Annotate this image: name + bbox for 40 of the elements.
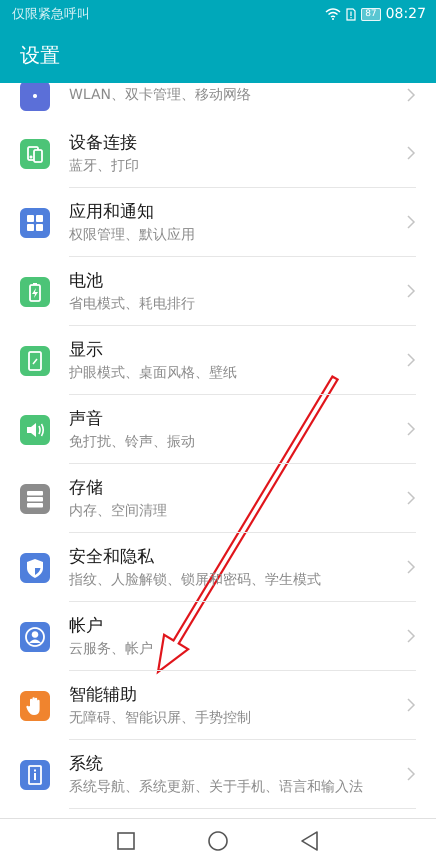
chevron-icon	[406, 421, 416, 437]
item-title[interactable]: 帐户	[69, 614, 398, 637]
chevron-icon	[406, 283, 416, 299]
item-subtitle: 系统导航、系统更新、关于手机、语言和输入法	[69, 778, 364, 796]
item-title[interactable]: 声音	[69, 407, 398, 430]
item-title[interactable]: 安全和隐私	[69, 545, 398, 568]
item-title[interactable]: 显示	[69, 338, 398, 361]
home-icon[interactable]	[207, 830, 229, 852]
item-title[interactable]: 应用和通知	[69, 200, 398, 223]
item-subtitle: 省电模式、耗电排行	[69, 295, 196, 313]
item-subtitle: 内存、空间清理	[69, 502, 168, 520]
item-subtitle: 无障碍、智能识屏、手势控制	[69, 709, 252, 727]
item-title[interactable]: 智能辅助	[69, 683, 398, 706]
chevron-icon	[406, 766, 416, 782]
item-title[interactable]: 存储	[69, 476, 398, 499]
clock-text: 08:27	[386, 6, 426, 22]
item-subtitle: 蓝牙、打印	[69, 157, 140, 175]
chevron-icon	[406, 490, 416, 506]
item-title[interactable]: 系统	[69, 752, 398, 775]
carrier-text: 仅限紧急呼叫	[12, 6, 90, 23]
item-title[interactable]: 设备连接	[69, 131, 398, 154]
item-subtitle: 云服务、帐户	[69, 640, 154, 658]
back-icon[interactable]	[299, 830, 321, 852]
page-title: 设置	[20, 42, 60, 69]
chevron-icon	[406, 145, 416, 161]
sim-alert-icon	[346, 8, 356, 20]
item-subtitle: WLAN、双卡管理、移动网络	[69, 86, 252, 104]
item-subtitle: 免打扰、铃声、振动	[69, 433, 196, 451]
recents-icon[interactable]	[115, 830, 137, 852]
chevron-icon	[406, 559, 416, 575]
battery-indicator: 87	[361, 8, 381, 20]
wifi-icon	[325, 8, 342, 20]
chevron-icon	[406, 214, 416, 230]
chevron-icon	[406, 697, 416, 713]
chevron-icon	[406, 352, 416, 368]
item-subtitle: 护眼模式、桌面风格、壁纸	[69, 364, 238, 382]
item-subtitle: 权限管理、默认应用	[69, 226, 196, 244]
chevron-icon	[406, 628, 416, 644]
item-title[interactable]: 电池	[69, 269, 398, 292]
chevron-icon	[406, 87, 416, 103]
